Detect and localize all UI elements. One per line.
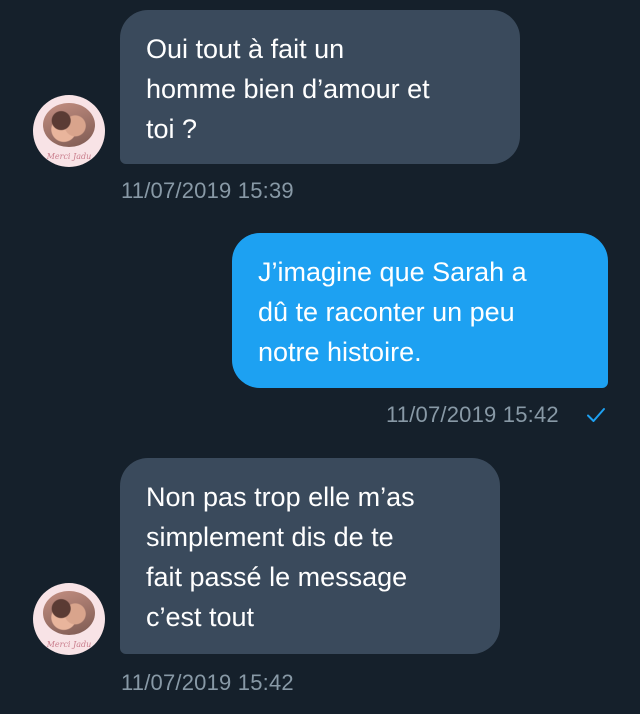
contact-avatar[interactable]: Merci Jadu [33, 95, 105, 167]
avatar-photo [43, 103, 95, 147]
conversation-thread[interactable]: Oui tout à fait un homme bien d’amour et… [0, 0, 640, 714]
message-bubble-incoming[interactable]: Non pas trop elle m’as simplement dis de… [120, 458, 500, 654]
message-timestamp: 11/07/2019 15:39 [121, 178, 294, 203]
contact-avatar[interactable]: Merci Jadu [33, 583, 105, 655]
message-timestamp: 11/07/2019 15:42 [121, 670, 294, 695]
avatar-caption: Merci Jadu [46, 152, 92, 161]
checkmark-icon [587, 408, 605, 422]
message-timestamp: 11/07/2019 15:42 [386, 402, 559, 427]
message-bubble-outgoing[interactable]: J’imagine que Sarah a dû te raconter un … [232, 233, 608, 388]
avatar-photo [43, 591, 95, 635]
message-bubble-incoming[interactable]: Oui tout à fait un homme bien d’amour et… [120, 10, 520, 164]
avatar-caption: Merci Jadu [46, 640, 92, 649]
